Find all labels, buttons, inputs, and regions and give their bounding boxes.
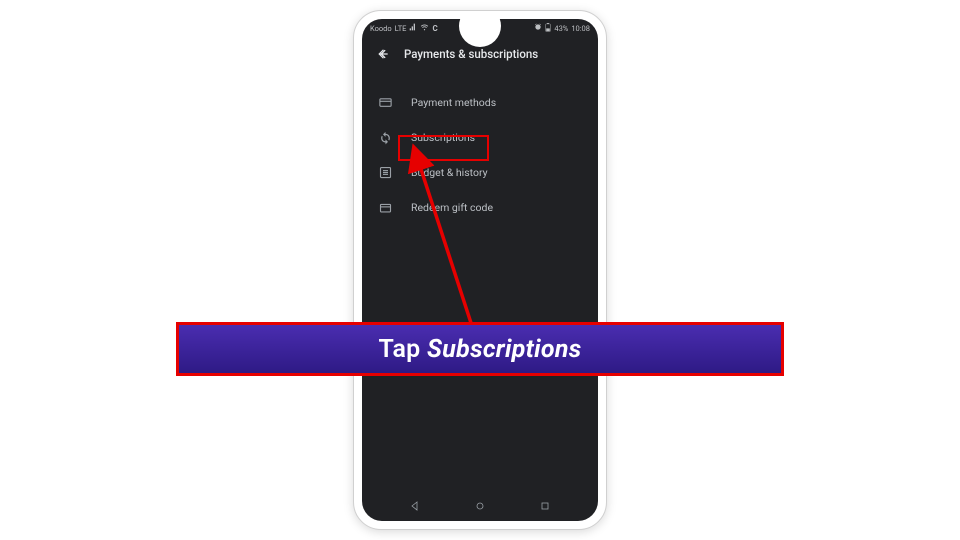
menu-item-label: Payment methods [411, 96, 496, 109]
phone-frame: Koodo LTE C 43% 10:08 [353, 10, 607, 530]
callout-emphasis: Subscriptions [427, 335, 581, 364]
callout-text: Tap Subscriptions [379, 335, 582, 364]
menu-item-label: Redeem gift code [411, 201, 493, 214]
carrier-label: Koodo [370, 24, 392, 33]
menu-item-label: Budget & history [411, 166, 488, 179]
callout-prefix: Tap [379, 335, 428, 364]
nav-back-button[interactable] [408, 499, 422, 513]
list-icon [378, 165, 393, 180]
menu-list: Payment methods Subscriptions Budget & h… [362, 79, 598, 231]
page-title: Payments & subscriptions [404, 47, 538, 61]
status-left: Koodo LTE C [370, 23, 438, 33]
back-button[interactable] [376, 47, 390, 61]
letter-c-icon: C [432, 24, 437, 33]
phone-screen: Koodo LTE C 43% 10:08 [362, 19, 598, 521]
clock-time: 10:08 [571, 24, 590, 33]
lte-label: LTE [395, 24, 407, 33]
nav-recents-button[interactable] [538, 499, 552, 513]
callout-banner: Tap Subscriptions [176, 322, 784, 376]
android-nav-bar [362, 491, 598, 521]
sync-icon [378, 130, 393, 145]
gift-icon [378, 200, 393, 215]
battery-icon [545, 23, 551, 34]
menu-item-subscriptions[interactable]: Subscriptions [362, 120, 598, 155]
nav-home-button[interactable] [473, 499, 487, 513]
menu-item-label: Subscriptions [411, 131, 475, 144]
alarm-icon [534, 23, 542, 33]
battery-percent: 43% [554, 24, 568, 33]
card-icon [378, 95, 393, 110]
status-right: 43% 10:08 [534, 23, 590, 34]
wifi-icon [420, 23, 429, 33]
menu-item-redeem-gift-code[interactable]: Redeem gift code [362, 190, 598, 225]
menu-item-payment-methods[interactable]: Payment methods [362, 85, 598, 120]
signal-icon [409, 23, 417, 33]
menu-item-budget-history[interactable]: Budget & history [362, 155, 598, 190]
